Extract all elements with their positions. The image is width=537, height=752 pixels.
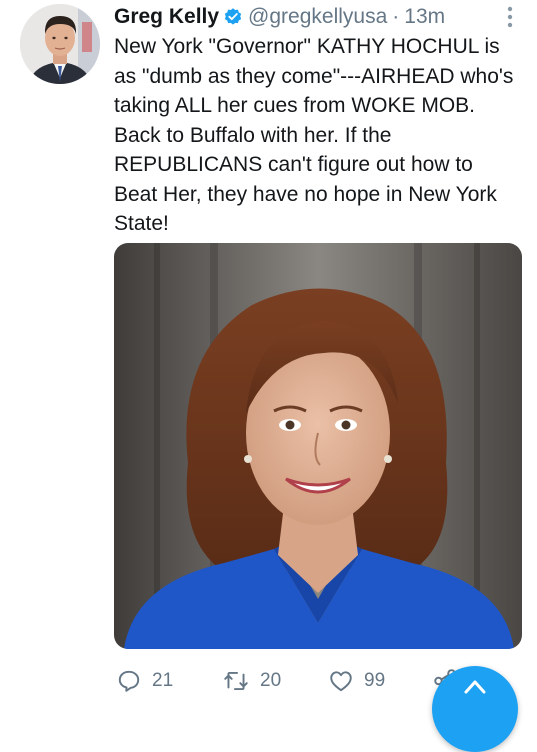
portrait-image [114, 243, 522, 649]
timestamp[interactable]: 13m [404, 2, 445, 32]
reply-count: 21 [152, 670, 174, 691]
retweet-count: 20 [260, 670, 282, 691]
reply-bubble-icon [118, 670, 140, 692]
retweet-button[interactable]: 20 [222, 664, 281, 698]
avatar[interactable] [20, 4, 100, 84]
verified-badge-icon [224, 8, 242, 25]
header-separator: · [392, 5, 400, 28]
display-name[interactable]: Greg Kelly [114, 2, 219, 32]
tweet-header: Greg Kelly @gregkellyusa · 13m [114, 2, 445, 32]
tweet-text: New York "Governor" KATHY HOCHUL is as "… [114, 35, 514, 235]
tweet-card[interactable]: Greg Kelly @gregkellyusa · 13m New York … [0, 0, 537, 752]
user-handle[interactable]: @gregkellyusa [248, 2, 387, 32]
compose-button[interactable] [432, 666, 518, 752]
tweet-media[interactable] [114, 243, 522, 649]
heart-icon [330, 671, 352, 692]
reply-button[interactable]: 21 [116, 664, 173, 698]
avatar-photo [20, 4, 100, 84]
like-count: 99 [364, 670, 386, 691]
retweet-icon [224, 671, 248, 691]
like-button[interactable]: 99 [328, 664, 385, 698]
more-vertical-icon[interactable] [500, 4, 520, 30]
compose-fab-icon [464, 680, 486, 694]
